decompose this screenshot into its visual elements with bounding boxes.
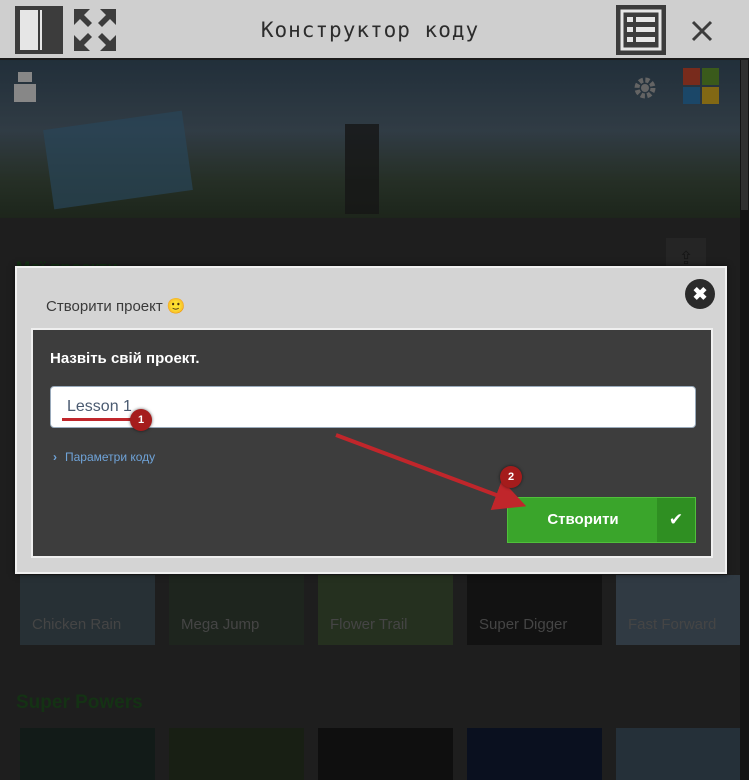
create-button[interactable]: Створити ✔ xyxy=(507,497,696,543)
fullscreen-button[interactable] xyxy=(70,5,120,55)
panel-toggle-button[interactable] xyxy=(14,5,64,55)
window-title: Конструктор коду xyxy=(260,18,480,42)
title-bar: Конструктор коду xyxy=(0,0,749,60)
annotation-marker-1: 1 xyxy=(130,409,152,431)
close-icon xyxy=(691,20,713,42)
code-settings-link[interactable]: › Параметри коду xyxy=(53,450,155,464)
code-builder-app: Конструктор коду ⇪ Chicken Rain Mega Jum… xyxy=(0,0,749,780)
create-button-label: Створити xyxy=(547,511,619,528)
chevron-right-icon: › xyxy=(53,450,57,464)
annotation-underline xyxy=(62,418,134,421)
window-close-button[interactable] xyxy=(677,5,727,55)
code-settings-label: Параметри коду xyxy=(65,450,156,464)
list-view-button[interactable] xyxy=(616,5,666,55)
annotation-marker-2: 2 xyxy=(500,466,522,488)
checkmark-icon: ✔ xyxy=(657,498,695,542)
dialog-title: Створити проект 🙂 xyxy=(46,298,186,315)
dialog-close-button[interactable]: ✖ xyxy=(685,279,715,309)
list-icon xyxy=(620,9,662,51)
panel-toggle-icon xyxy=(15,6,63,54)
project-name-prompt: Назвіть свій проект. xyxy=(50,350,200,367)
fullscreen-icon xyxy=(74,9,116,51)
dialog-body: Назвіть свій проект. › Параметри коду Ств… xyxy=(31,328,713,558)
